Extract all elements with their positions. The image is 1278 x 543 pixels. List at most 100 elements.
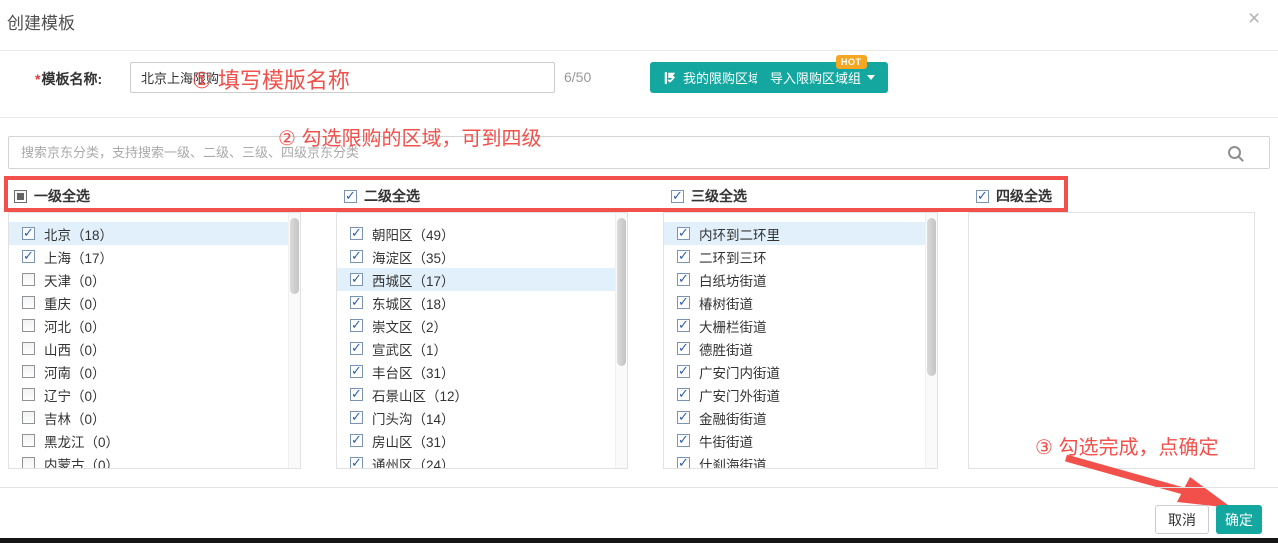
region-item[interactable]: 通州区（24） <box>337 452 627 469</box>
scrollbar-thumb[interactable] <box>290 218 299 294</box>
region-item[interactable]: 房山区（31） <box>337 429 627 452</box>
region-label: 山西（0） <box>44 339 106 359</box>
checkbox-icon[interactable] <box>677 296 690 309</box>
scrollbar-track[interactable] <box>925 213 937 468</box>
checkbox-icon[interactable] <box>677 273 690 286</box>
checkbox-icon[interactable] <box>677 411 690 424</box>
region-item[interactable]: 重庆（0） <box>9 291 300 314</box>
region-label: 崇文区（2） <box>372 316 447 336</box>
checkbox-icon[interactable] <box>677 319 690 332</box>
level-2-select-all[interactable]: 二级全选 <box>344 186 420 206</box>
close-icon[interactable]: × <box>1248 8 1260 29</box>
checkbox-icon[interactable] <box>350 250 363 263</box>
checkbox-icon[interactable] <box>350 434 363 447</box>
region-item[interactable]: 石景山区（12） <box>337 383 627 406</box>
scrollbar-thumb[interactable] <box>927 218 936 376</box>
level-4-select-all[interactable]: 四级全选 <box>976 186 1052 206</box>
region-item[interactable]: 崇文区（2） <box>337 314 627 337</box>
scrollbar-track[interactable] <box>615 213 627 468</box>
page-title: 创建模板 <box>7 9 75 34</box>
region-item[interactable]: 内环到二环里 <box>664 222 937 245</box>
checkbox-icon[interactable] <box>350 365 363 378</box>
checkbox-icon[interactable] <box>677 365 690 378</box>
region-item[interactable]: 天津（0） <box>9 268 300 291</box>
region-item[interactable]: 二环到三环 <box>664 245 937 268</box>
region-label: 黑龙江（0） <box>44 431 119 451</box>
region-item[interactable]: 北京（18） <box>9 222 300 245</box>
confirm-button[interactable]: 确定 <box>1216 505 1262 534</box>
checkbox-icon[interactable] <box>976 190 989 203</box>
checkbox-icon[interactable] <box>22 342 35 355</box>
checkbox-icon[interactable] <box>677 434 690 447</box>
region-label: 广安门内街道 <box>699 362 780 382</box>
region-item[interactable]: 内蒙古（0） <box>9 452 300 469</box>
checkbox-icon[interactable] <box>671 190 684 203</box>
search-input[interactable] <box>9 137 1243 168</box>
region-item[interactable]: 朝阳区（49） <box>337 222 627 245</box>
checkbox-icon[interactable] <box>22 296 35 309</box>
checkbox-icon[interactable] <box>677 457 690 469</box>
checkbox-icon[interactable] <box>350 273 363 286</box>
region-item[interactable]: 德胜街道 <box>664 337 937 360</box>
flag-icon <box>663 71 677 85</box>
checkbox-icon[interactable] <box>22 434 35 447</box>
region-item[interactable]: 金融街街道 <box>664 406 937 429</box>
checkbox-icon[interactable] <box>22 388 35 401</box>
checkbox-icon[interactable] <box>22 319 35 332</box>
region-item[interactable]: 牛街街道 <box>664 429 937 452</box>
checkbox-icon[interactable] <box>344 190 357 203</box>
checkbox-icon[interactable] <box>22 273 35 286</box>
region-item[interactable]: 丰台区（31） <box>337 360 627 383</box>
import-restricted-area-groups-button[interactable]: 导入限购区域组 <box>757 62 888 93</box>
region-item[interactable]: 上海（17） <box>9 245 300 268</box>
section-divider <box>0 117 1278 118</box>
region-item[interactable]: 吉林（0） <box>9 406 300 429</box>
level-1-select-all[interactable]: 一级全选 <box>14 186 90 206</box>
header-divider <box>0 50 1278 51</box>
checkbox-icon[interactable] <box>14 190 27 203</box>
scrollbar-thumb[interactable] <box>617 218 626 366</box>
checkbox-icon[interactable] <box>350 388 363 401</box>
checkbox-icon[interactable] <box>677 227 690 240</box>
checkbox-icon[interactable] <box>22 227 35 240</box>
region-item[interactable]: 海淀区（35） <box>337 245 627 268</box>
region-item[interactable]: 椿树街道 <box>664 291 937 314</box>
checkbox-icon[interactable] <box>350 227 363 240</box>
checkbox-icon[interactable] <box>350 457 363 469</box>
region-item[interactable]: 河北（0） <box>9 314 300 337</box>
region-item[interactable]: 白纸坊街道 <box>664 268 937 291</box>
region-item[interactable]: 什刹海街道 <box>664 452 937 469</box>
checkbox-icon[interactable] <box>350 342 363 355</box>
search-icon[interactable] <box>1228 146 1241 159</box>
checkbox-icon[interactable] <box>350 319 363 332</box>
region-item[interactable]: 广安门外街道 <box>664 383 937 406</box>
checkbox-icon[interactable] <box>677 342 690 355</box>
select-all-label: 二级全选 <box>364 186 420 206</box>
checkbox-icon[interactable] <box>350 296 363 309</box>
level-3-select-all[interactable]: 三级全选 <box>671 186 747 206</box>
checkbox-icon[interactable] <box>677 250 690 263</box>
select-all-label: 一级全选 <box>34 186 90 206</box>
cancel-button[interactable]: 取消 <box>1155 505 1209 534</box>
checkbox-icon[interactable] <box>22 457 35 469</box>
region-label: 上海（17） <box>44 247 113 267</box>
region-label: 什刹海街道 <box>699 454 767 470</box>
region-item[interactable]: 宣武区（1） <box>337 337 627 360</box>
checkbox-icon[interactable] <box>677 388 690 401</box>
region-item[interactable]: 广安门内街道 <box>664 360 937 383</box>
checkbox-icon[interactable] <box>22 365 35 378</box>
region-item[interactable]: 大栅栏街道 <box>664 314 937 337</box>
region-item[interactable]: 河南（0） <box>9 360 300 383</box>
region-item[interactable]: 辽宁（0） <box>9 383 300 406</box>
region-item[interactable]: 山西（0） <box>9 337 300 360</box>
region-label: 河北（0） <box>44 316 106 336</box>
checkbox-icon[interactable] <box>22 250 35 263</box>
region-item[interactable]: 门头沟（14） <box>337 406 627 429</box>
region-item[interactable]: 黑龙江（0） <box>9 429 300 452</box>
checkbox-icon[interactable] <box>22 411 35 424</box>
region-item[interactable]: 东城区（18） <box>337 291 627 314</box>
scrollbar-track[interactable] <box>288 213 300 468</box>
template-name-input[interactable] <box>130 62 555 93</box>
region-item[interactable]: 西城区（17） <box>337 268 627 291</box>
checkbox-icon[interactable] <box>350 411 363 424</box>
